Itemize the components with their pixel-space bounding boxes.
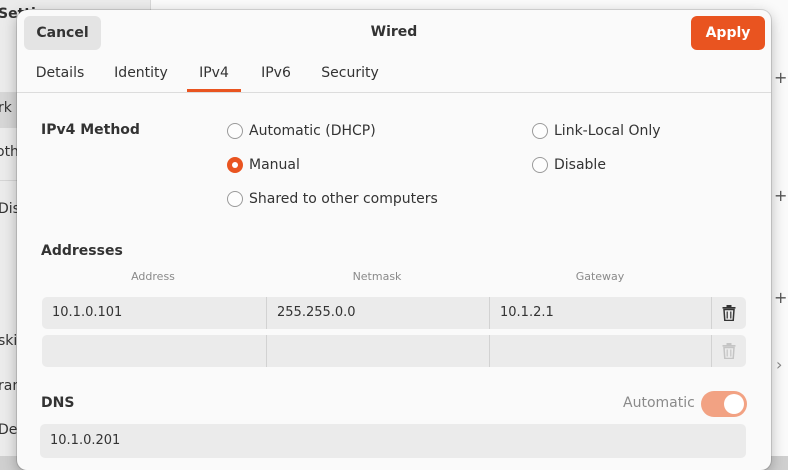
radio-label: Automatic (DHCP) [249, 123, 376, 139]
column-header-netmask: Netmask [352, 270, 402, 283]
radio-indicator[interactable] [532, 123, 548, 139]
dns-servers-field[interactable]: 10.1.0.201 [40, 424, 746, 458]
radio-label: Manual [249, 157, 300, 173]
radio-label: Disable [554, 157, 606, 173]
column-header-address: Address [131, 270, 175, 283]
ipv4-method-label: IPv4 Method [41, 122, 140, 138]
dialog-header: Cancel Wired Apply [17, 10, 771, 56]
tab-bar: Details Identity IPv4 IPv6 Security [17, 58, 771, 93]
wired-connection-dialog: Cancel Wired Apply Details Identity IPv4… [17, 10, 771, 470]
radio-link-local-only[interactable]: Link-Local Only [532, 121, 661, 141]
trash-icon [722, 343, 736, 359]
gateway-field[interactable]: 10.1.2.1 [490, 297, 712, 329]
ipv4-settings-panel: IPv4 Method Automatic (DHCP) Link-Local … [17, 93, 771, 470]
dns-label: DNS [41, 395, 75, 411]
column-header-gateway: Gateway [575, 270, 625, 283]
dialog-title: Wired [370, 24, 418, 40]
radio-indicator[interactable] [532, 157, 548, 173]
address-field[interactable] [42, 335, 266, 367]
radio-shared-to-other-computers[interactable]: Shared to other computers [227, 189, 438, 209]
radio-automatic-dhcp[interactable]: Automatic (DHCP) [227, 121, 376, 141]
delete-address-button[interactable] [711, 297, 746, 329]
radio-label: Shared to other computers [249, 191, 438, 207]
radio-disable[interactable]: Disable [532, 155, 606, 175]
radio-label: Link-Local Only [554, 123, 661, 139]
radio-indicator[interactable] [227, 191, 243, 207]
gateway-field[interactable] [490, 335, 712, 367]
delete-address-button-disabled [711, 335, 746, 367]
trash-icon [722, 305, 736, 321]
addresses-label: Addresses [41, 243, 123, 259]
netmask-field[interactable]: 255.255.0.0 [267, 297, 489, 329]
netmask-field[interactable] [267, 335, 489, 367]
radio-manual[interactable]: Manual [227, 155, 300, 175]
dns-automatic-toggle[interactable] [701, 391, 747, 417]
address-row-empty [42, 335, 746, 367]
address-field[interactable]: 10.1.0.101 [42, 297, 266, 329]
sidebar-item-fragment[interactable]: De [0, 422, 17, 438]
add-icon[interactable]: + [774, 186, 787, 205]
tab-security[interactable]: Security [314, 58, 386, 92]
tab-ipv4[interactable]: IPv4 [187, 58, 241, 92]
dns-automatic-label: Automatic [623, 395, 695, 411]
add-icon[interactable]: + [774, 68, 787, 87]
radio-indicator[interactable] [227, 123, 243, 139]
add-icon[interactable]: + [774, 288, 787, 307]
sidebar-item-fragment[interactable]: ski [0, 333, 17, 349]
tab-details[interactable]: Details [29, 58, 91, 92]
chevron-right-icon[interactable]: › [776, 355, 782, 374]
address-row: 10.1.0.101 255.255.0.0 10.1.2.1 [42, 297, 746, 329]
apply-button[interactable]: Apply [691, 16, 765, 50]
tab-identity[interactable]: Identity [107, 58, 175, 92]
toggle-knob [724, 394, 744, 414]
radio-indicator-checked[interactable] [227, 157, 243, 173]
tab-ipv6[interactable]: IPv6 [254, 58, 298, 92]
sidebar-item-fragment[interactable]: rk [0, 100, 12, 116]
